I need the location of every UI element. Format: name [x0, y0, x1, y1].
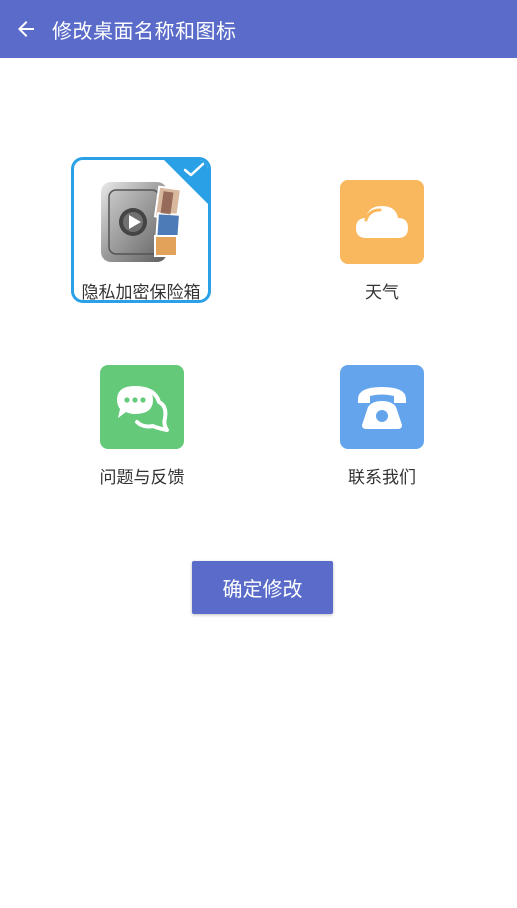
app-item-feedback[interactable]: 问题与反馈 [72, 365, 212, 511]
app-item-contact-us[interactable]: 联系我们 [312, 365, 452, 511]
app-label: 联系我们 [348, 468, 416, 488]
chat-bubbles-icon [100, 365, 184, 449]
app-label: 隐私加密保险箱 [81, 283, 201, 303]
app-grid: 隐私加密保险箱 天气 问题与反馈 联系我们 [0, 0, 517, 908]
app-label: 天气 [365, 283, 399, 303]
telephone-icon [340, 365, 424, 449]
app-label: 问题与反馈 [99, 468, 185, 488]
cloud-icon [340, 180, 424, 264]
check-icon [183, 162, 205, 177]
app-item-private-vault[interactable]: 隐私加密保险箱 [71, 157, 211, 303]
confirm-change-button[interactable]: 确定修改 [192, 561, 333, 614]
app-item-weather[interactable]: 天气 [312, 180, 452, 326]
